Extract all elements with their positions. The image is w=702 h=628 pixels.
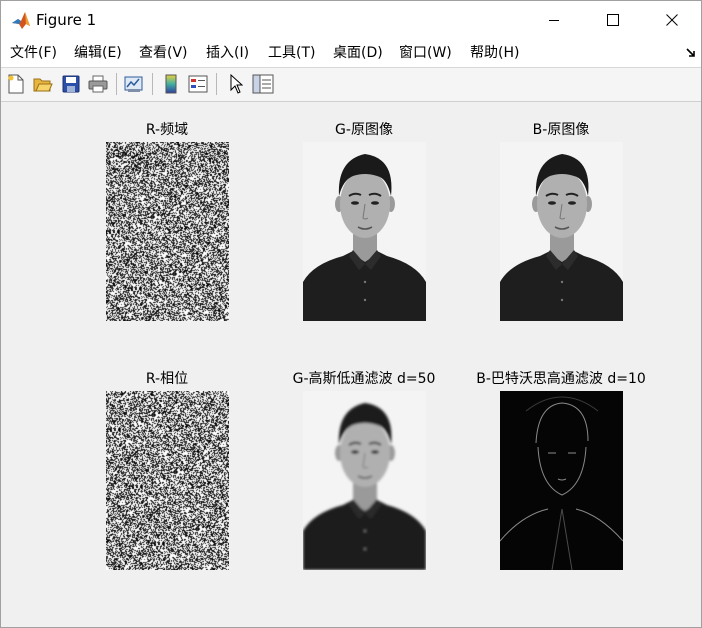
colorbar-icon (165, 74, 177, 94)
pointer-icon (230, 74, 243, 94)
minimize-button[interactable] (531, 1, 577, 39)
subplot-title-b-butterworth-highpass: B-巴特沃思高通滤波 d=10 (476, 371, 646, 387)
print-button[interactable] (87, 73, 109, 95)
close-icon (666, 14, 678, 26)
toolbar (1, 68, 701, 102)
noise-image (106, 391, 229, 570)
subplot-title-g-original: G-原图像 (335, 122, 393, 138)
open-file-icon (33, 78, 53, 92)
subplot-g-gaussian-lowpass[interactable] (303, 391, 426, 570)
property-editor-icon (252, 74, 274, 94)
figure-canvas: R-频域 G-原图像 B-原图像 R-相位 G-高斯低通滤波 d=50 B-巴特… (2, 102, 701, 627)
portrait-image (500, 142, 623, 321)
maximize-icon (607, 14, 619, 26)
portrait-image (303, 142, 426, 321)
title-bar[interactable]: Figure 1 (1, 1, 701, 39)
maximize-button[interactable] (590, 1, 636, 39)
open-file-button[interactable] (32, 73, 54, 95)
close-button[interactable] (649, 1, 695, 39)
minimize-icon (549, 20, 559, 21)
property-editor-button[interactable] (252, 73, 274, 95)
window-title: Figure 1 (36, 11, 97, 29)
new-figure-button[interactable] (5, 73, 27, 95)
save-icon (62, 75, 80, 93)
legend-button[interactable] (187, 73, 209, 95)
menu-file[interactable]: 文件(F) (10, 44, 57, 62)
subplot-b-butterworth-highpass[interactable] (500, 391, 623, 570)
print-icon (88, 75, 108, 93)
subplot-b-original[interactable] (500, 142, 623, 321)
menu-help[interactable]: 帮助(H) (470, 44, 519, 62)
dock-arrow-icon[interactable] (685, 47, 697, 59)
save-button[interactable] (60, 73, 82, 95)
subplot-title-r-freq: R-频域 (145, 122, 189, 138)
noise-image (106, 142, 229, 321)
subplot-r-frequency[interactable] (106, 142, 229, 321)
subplot-title-g-gaussian-lowpass: G-高斯低通滤波 d=50 (292, 371, 436, 387)
menu-bar: 文件(F) 编辑(E) 查看(V) 插入(I) 工具(T) 桌面(D) 窗口(W… (1, 39, 701, 68)
link-plot-icon (124, 76, 143, 92)
pointer-button[interactable] (225, 73, 247, 95)
menu-view[interactable]: 查看(V) (139, 44, 188, 62)
figure-window: Figure 1 文件(F) 编辑(E) 查看(V) 插入(I) 工具(T) 桌… (0, 0, 702, 628)
subplot-title-b-original: B-原图像 (532, 122, 590, 138)
new-figure-icon (8, 74, 24, 94)
legend-icon (188, 75, 208, 93)
blurred-portrait-image (303, 391, 426, 570)
edge-image (500, 391, 623, 570)
toolbar-separator (116, 73, 117, 95)
colorbar-button[interactable] (160, 73, 182, 95)
menu-window[interactable]: 窗口(W) (399, 44, 452, 62)
menu-edit[interactable]: 编辑(E) (74, 44, 122, 62)
link-plot-button[interactable] (123, 73, 145, 95)
toolbar-separator (216, 73, 217, 95)
menu-insert[interactable]: 插入(I) (206, 44, 249, 62)
subplot-title-r-phase: R-相位 (145, 371, 189, 387)
subplot-r-phase[interactable] (106, 391, 229, 570)
toolbar-separator (152, 73, 153, 95)
subplot-g-original[interactable] (303, 142, 426, 321)
matlab-logo-icon (11, 10, 31, 30)
menu-tools[interactable]: 工具(T) (268, 44, 315, 62)
menu-desktop[interactable]: 桌面(D) (333, 44, 383, 62)
